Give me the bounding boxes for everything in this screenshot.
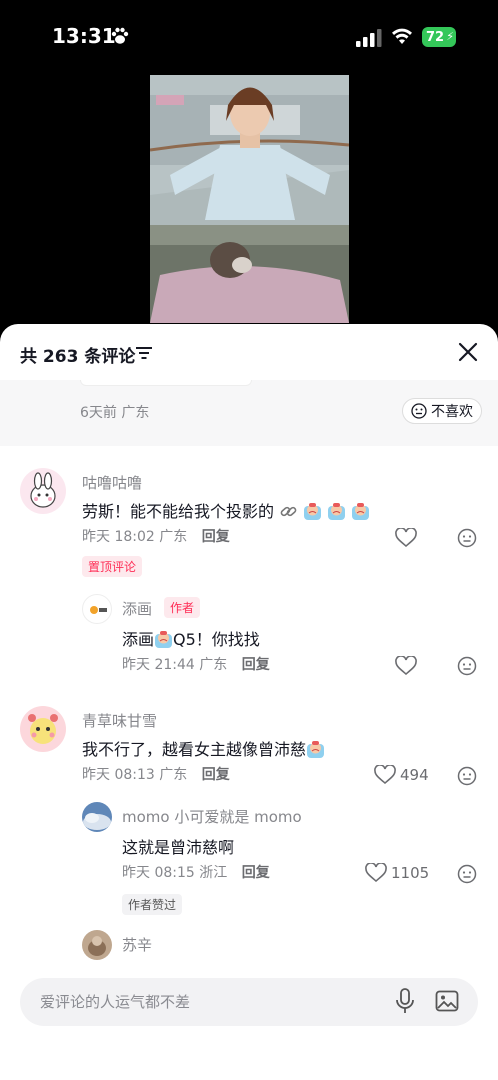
- status-time: 13:31: [52, 24, 116, 48]
- previous-comment-block: 6天前 广东 不喜欢: [0, 380, 498, 446]
- comment-input-bar[interactable]: 爱评论的人运气都不差: [20, 978, 478, 1026]
- reply-timestamp: 昨天 08:15 浙江: [122, 865, 228, 881]
- reply-meta: 昨天 08:15 浙江 回复: [122, 862, 270, 882]
- dislike-face-icon[interactable]: [457, 864, 477, 884]
- battery-level: 72: [426, 29, 445, 45]
- video-player[interactable]: [150, 75, 349, 323]
- microphone-icon[interactable]: [394, 988, 416, 1014]
- author-liked-tag: 作者赞过: [122, 894, 183, 915]
- status-bar: 13:31 72 ⚡: [0, 0, 498, 70]
- battery-indicator: 72 ⚡: [422, 27, 456, 47]
- author-tag: 作者: [164, 597, 201, 618]
- reply-button[interactable]: 回复: [242, 657, 270, 673]
- avatar[interactable]: [20, 468, 66, 514]
- crying-emoji-icon: [304, 503, 322, 520]
- previous-comment-meta: 6天前 广东: [80, 405, 150, 421]
- neutral-face-icon: [411, 403, 427, 419]
- reply-button[interactable]: 回复: [202, 529, 230, 545]
- reply-text-suffix: Q5！你找找: [173, 630, 260, 649]
- reply-username[interactable]: 苏辛: [122, 934, 152, 955]
- reply-button[interactable]: 回复: [242, 865, 270, 881]
- comment-timestamp: 昨天 18:02 广东: [82, 529, 188, 545]
- dislike-face-icon[interactable]: [457, 656, 477, 676]
- reply-text: 添画 Q5！你找找: [122, 626, 260, 650]
- comment-text-content: 劳斯！能不能给我个投影的: [82, 502, 275, 521]
- comment-count: 共 263 条评论: [20, 347, 136, 367]
- pinned-comment-tag: 置顶评论: [82, 556, 143, 577]
- comment-panel-header: 共 263 条评论: [0, 324, 498, 380]
- like-count: 494: [400, 766, 429, 784]
- comment-text: 我不行了，越看女主越像曾沛慈: [82, 736, 325, 760]
- comment-input-placeholder[interactable]: 爱评论的人运气都不差: [40, 991, 190, 1012]
- comment-username[interactable]: 青草味甘雪: [82, 710, 157, 731]
- reply-text: 这就是曾沛慈啊: [122, 838, 235, 857]
- reply-username[interactable]: 添画: [122, 598, 152, 619]
- crying-emoji-icon: [352, 503, 370, 520]
- reply-item: 添画 作者 添画 Q5！你找找 昨天 21:44 广东 回复: [0, 590, 498, 680]
- paw-icon: [111, 27, 129, 44]
- comment-text: 劳斯！能不能给我个投影的: [82, 498, 370, 522]
- reply-timestamp: 昨天 21:44 广东: [122, 657, 228, 673]
- reply-item: 苏辛: [0, 928, 498, 978]
- comment-text-content: 我不行了，越看女主越像曾沛慈: [82, 740, 307, 759]
- avatar[interactable]: [82, 930, 112, 960]
- heart-icon[interactable]: [395, 528, 417, 548]
- crying-emoji-icon: [307, 741, 325, 758]
- avatar[interactable]: [20, 706, 66, 752]
- reply-button[interactable]: 回复: [202, 767, 230, 783]
- dislike-button[interactable]: 不喜欢: [402, 398, 482, 424]
- link-emoji-icon: [280, 506, 297, 517]
- comment-timestamp: 昨天 08:13 广东: [82, 767, 188, 783]
- like-count: 1105: [391, 864, 430, 882]
- dislike-face-icon[interactable]: [457, 766, 477, 786]
- comment-item: 青草味甘雪 我不行了，越看女主越像曾沛慈 昨天 08:13 广东 回复 494: [0, 702, 498, 792]
- sort-filter-icon[interactable]: [136, 346, 152, 360]
- video-frame: [150, 75, 349, 323]
- cellular-signal-icon: [356, 29, 382, 47]
- comment-panel: 共 263 条评论 6天前 广东 不喜欢 咕噜咕噜 劳斯！能不能给我个投影的 昨…: [0, 324, 498, 1080]
- like-button[interactable]: 494: [374, 765, 429, 785]
- heart-icon: [365, 863, 387, 883]
- avatar[interactable]: [82, 802, 112, 832]
- reply-meta: 昨天 21:44 广东 回复: [122, 654, 270, 674]
- comment-meta: 昨天 18:02 广东 回复: [82, 526, 230, 546]
- charging-icon: ⚡: [446, 30, 454, 43]
- heart-icon: [374, 765, 396, 785]
- heart-icon[interactable]: [395, 656, 417, 676]
- comment-item: 咕噜咕噜 劳斯！能不能给我个投影的 昨天 18:02 广东 回复 置顶评论: [0, 462, 498, 582]
- image-icon[interactable]: [435, 989, 459, 1013]
- previous-comment-card: [80, 380, 252, 386]
- like-button[interactable]: 1105: [365, 863, 429, 883]
- crying-emoji-icon: [155, 631, 173, 648]
- comment-username[interactable]: 咕噜咕噜: [82, 472, 142, 493]
- wifi-icon: [392, 28, 412, 44]
- reply-username[interactable]: momo 小可爱就是 momo: [122, 806, 302, 827]
- close-icon[interactable]: [458, 342, 478, 362]
- crying-emoji-icon: [328, 503, 346, 520]
- dislike-face-icon[interactable]: [457, 528, 477, 548]
- reply-text-prefix: 添画: [122, 630, 155, 649]
- reply-item: momo 小可爱就是 momo 这就是曾沛慈啊 昨天 08:15 浙江 回复 1…: [0, 800, 498, 920]
- comment-meta: 昨天 08:13 广东 回复: [82, 764, 230, 784]
- dislike-label: 不喜欢: [431, 404, 473, 420]
- avatar[interactable]: [82, 594, 112, 624]
